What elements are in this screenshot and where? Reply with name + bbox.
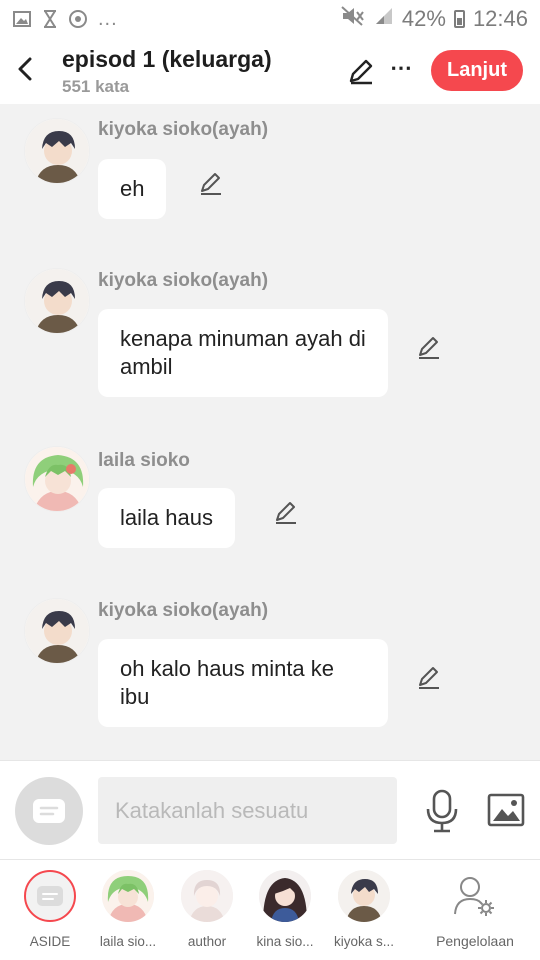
avatar <box>338 870 390 922</box>
avatar <box>181 870 233 922</box>
character-label: laila sio... <box>99 934 157 949</box>
message-input[interactable] <box>98 777 397 844</box>
status-bar: ... 42% 12:46 <box>0 0 540 38</box>
edit-message-button[interactable] <box>416 334 442 360</box>
avatar <box>102 870 154 922</box>
sender-name: kiyoka sioko(ayah) <box>98 119 269 140</box>
image-button[interactable] <box>487 793 525 827</box>
message-input-bar <box>0 760 540 860</box>
pencil-icon <box>276 502 296 524</box>
battery-percent: 42% <box>401 6 446 31</box>
character-laila[interactable]: laila sio... <box>91 870 165 949</box>
sender-name: kiyoka sioko(ayah) <box>98 270 269 291</box>
next-button[interactable]: Lanjut <box>431 50 523 91</box>
pencil-icon <box>349 59 373 85</box>
chat-area[interactable]: kiyoka sioko(ayah) eh kiyoka sioko(ayah)… <box>0 104 540 760</box>
aside-avatar <box>24 870 76 922</box>
management-button[interactable]: Pengelolaan <box>430 874 520 949</box>
aside-toggle-button[interactable] <box>15 777 83 845</box>
avatar[interactable] <box>24 268 90 334</box>
character-aside[interactable]: ASIDE <box>13 870 87 949</box>
header: episod 1 (keluarga) 551 kata ⋯ Lanjut <box>0 38 540 104</box>
image-icon <box>12 9 32 29</box>
character-label: kina sio... <box>256 934 314 949</box>
character-label: kiyoka s... <box>333 934 395 949</box>
microphone-icon <box>426 789 458 833</box>
edit-message-button[interactable] <box>198 170 224 196</box>
signal-icon <box>374 6 394 32</box>
chevron-left-icon <box>18 57 32 81</box>
management-label: Pengelolaan <box>436 933 514 949</box>
edit-title-button[interactable] <box>346 56 376 86</box>
battery-icon <box>453 10 465 28</box>
avatar[interactable] <box>24 598 90 664</box>
chrome-icon <box>68 9 88 29</box>
edit-message-button[interactable] <box>416 664 442 690</box>
character-bar: ASIDE laila sio... author kina sio... ki… <box>0 860 540 960</box>
character-kiyoka[interactable]: kiyoka s... <box>327 870 401 949</box>
pencil-icon <box>419 337 439 359</box>
more-options-button[interactable]: ⋯ <box>388 56 414 86</box>
hourglass-icon <box>40 9 60 29</box>
more-notifications: ... <box>98 7 118 30</box>
avatar[interactable] <box>24 118 90 184</box>
narration-icon <box>37 886 63 906</box>
avatar <box>259 870 311 922</box>
message-bubble[interactable]: laila haus <box>98 488 235 548</box>
character-kina[interactable]: kina sio... <box>248 870 322 949</box>
user-settings-icon <box>454 877 494 916</box>
pencil-icon <box>419 667 439 689</box>
pencil-icon <box>201 173 221 195</box>
character-author[interactable]: author <box>170 870 244 949</box>
clock: 12:46 <box>472 6 528 31</box>
word-count: 551 kata <box>62 77 130 96</box>
avatar[interactable] <box>24 446 90 512</box>
character-label: author <box>187 934 227 949</box>
sender-name: kiyoka sioko(ayah) <box>98 600 269 621</box>
narration-icon <box>33 799 65 823</box>
edit-message-button[interactable] <box>273 499 299 525</box>
microphone-button[interactable] <box>424 789 460 833</box>
message-bubble[interactable]: eh <box>98 159 167 219</box>
character-label: ASIDE <box>29 934 71 949</box>
message-bubble[interactable]: kenapa minuman ayah di ambil <box>98 309 388 397</box>
back-button[interactable] <box>10 52 40 86</box>
sender-name: laila sioko <box>98 450 190 471</box>
mute-icon <box>340 6 366 32</box>
image-icon <box>487 793 525 827</box>
message-bubble[interactable]: oh kalo haus minta ke ibu <box>98 639 388 727</box>
page-title: episod 1 (keluarga) <box>62 46 272 72</box>
